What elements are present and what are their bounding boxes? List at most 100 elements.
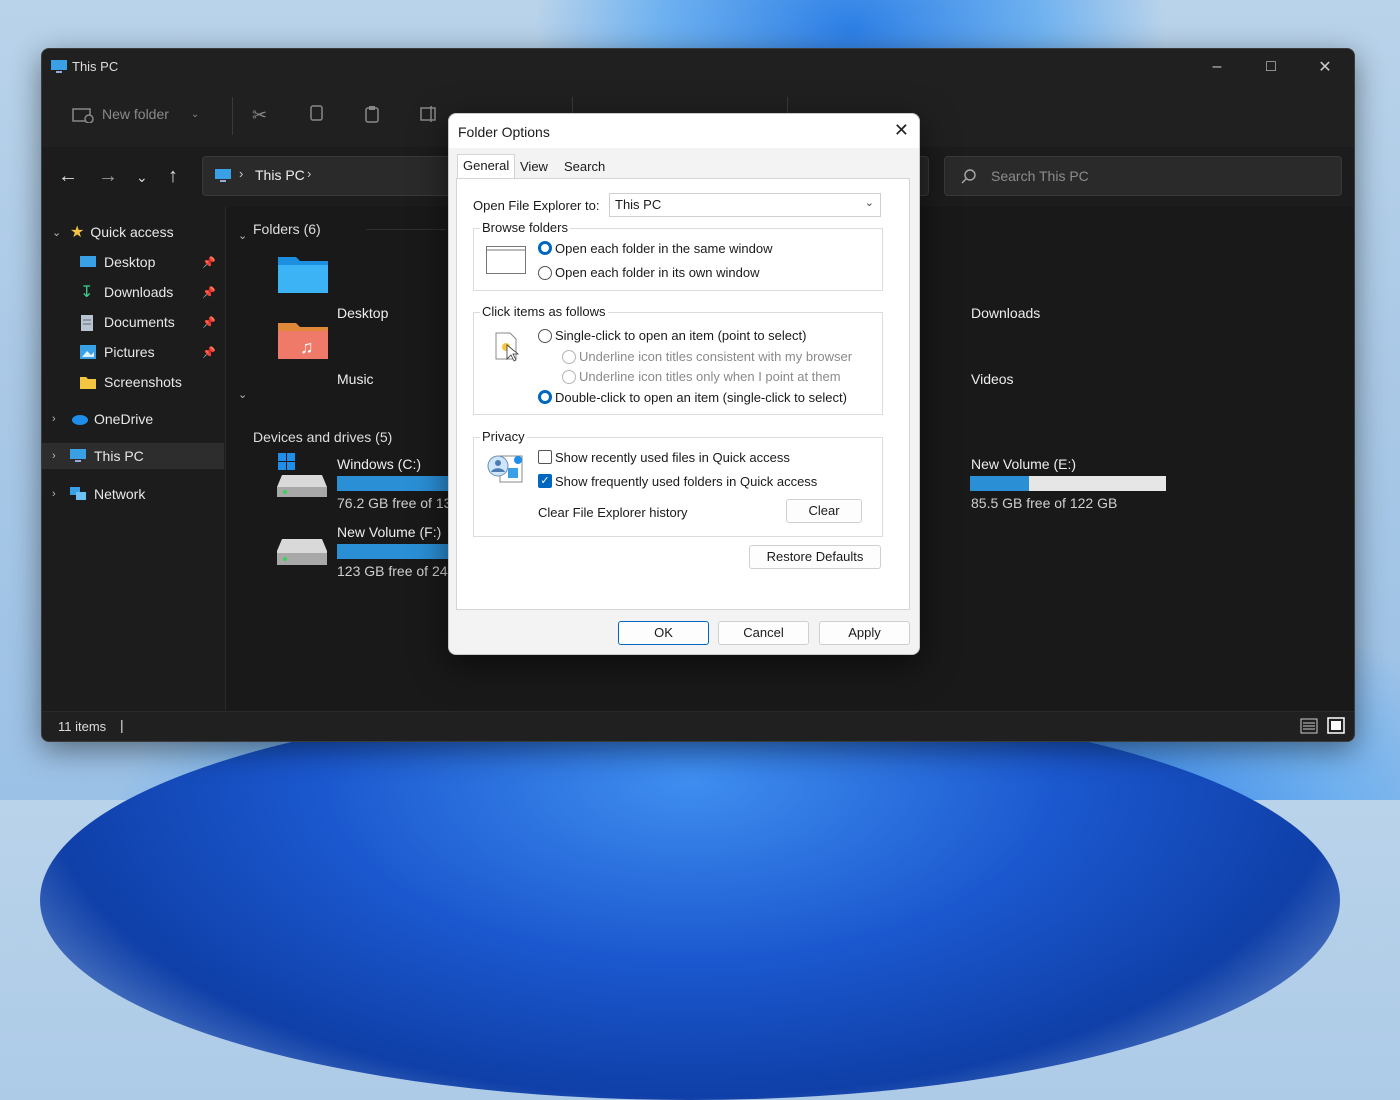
sidebar-item-label: Network	[94, 486, 146, 502]
maximize-button[interactable]: □	[1244, 49, 1298, 85]
double-click-label[interactable]: Double-click to open an item (single-cli…	[555, 390, 847, 405]
close-window-button[interactable]: ✕	[1298, 49, 1352, 85]
search-icon	[961, 169, 976, 184]
navigation-pane: ⌄ ★ Quick access Desktop 📌 ↧ Downloads 📌…	[42, 207, 226, 712]
sidebar-item-this-pc[interactable]: › This PC	[42, 443, 224, 469]
breadcrumb-this-pc[interactable]: This PC	[255, 167, 305, 183]
documents-icon	[80, 315, 96, 331]
open-to-dropdown[interactable]: This PC ⌄	[609, 193, 881, 217]
forward-button[interactable]: →	[98, 165, 118, 188]
recent-locations-button[interactable]: ⌄	[136, 169, 148, 186]
sidebar-item-screenshots[interactable]: Screenshots	[42, 369, 224, 395]
sidebar-item-label: Screenshots	[104, 374, 182, 390]
cut-button[interactable]: ✂	[252, 105, 267, 126]
same-window-label[interactable]: Open each folder in the same window	[555, 241, 773, 256]
details-view-icon[interactable]	[1300, 718, 1318, 734]
music-folder-icon: ♫	[278, 323, 328, 359]
sidebar-item-label: Downloads	[104, 284, 174, 300]
pin-icon: 📌	[202, 316, 216, 329]
cancel-button[interactable]: Cancel	[718, 621, 809, 645]
general-tab-panel: Open File Explorer to: This PC ⌄ Browse …	[456, 178, 910, 610]
paste-button[interactable]	[364, 105, 380, 123]
svg-text:♫: ♫	[300, 337, 314, 357]
same-window-radio[interactable]	[538, 241, 552, 255]
underline-browser-radio[interactable]	[562, 350, 576, 364]
drive-name: New Volume (E:)	[971, 456, 1077, 472]
underline-point-radio[interactable]	[562, 370, 576, 384]
double-click-radio[interactable]	[538, 390, 552, 404]
recent-files-label[interactable]: Show recently used files in Quick access	[555, 450, 790, 465]
folder-name: Desktop	[337, 305, 389, 321]
tab-view[interactable]: View	[515, 156, 553, 178]
status-bar: 11 items |	[42, 711, 1354, 741]
wallpaper-swirl	[40, 700, 1340, 1100]
sidebar-item-label: This PC	[94, 448, 144, 464]
restore-defaults-button[interactable]: Restore Defaults	[749, 545, 881, 569]
folders-group-header[interactable]: Folders (6)	[253, 221, 321, 237]
privacy-group: Privacy Show recently used files in Quic…	[473, 429, 883, 537]
back-button[interactable]: ←	[58, 165, 78, 188]
cut-icon: ✂	[252, 105, 268, 125]
breadcrumb-chevron-icon: ›	[307, 166, 312, 181]
rename-icon	[420, 106, 436, 122]
own-window-label[interactable]: Open each folder in its own window	[555, 265, 760, 280]
single-click-radio[interactable]	[538, 329, 552, 343]
apply-button[interactable]: Apply	[819, 621, 910, 645]
desktop-folder-icon	[278, 257, 328, 293]
chevron-right-icon: ›	[52, 450, 56, 462]
drive-free-space: 123 GB free of 244	[337, 563, 456, 579]
open-to-value: This PC	[615, 197, 662, 212]
star-icon: ★	[70, 224, 85, 241]
browse-folders-group: Browse folders Open each folder in the s…	[473, 220, 883, 291]
sidebar-item-desktop[interactable]: Desktop 📌	[42, 249, 224, 275]
minimize-button[interactable]: –	[1190, 49, 1244, 85]
frequent-folders-label[interactable]: Show frequently used folders in Quick ac…	[555, 474, 817, 489]
explorer-titlebar: This PC – □ ✕	[42, 49, 1354, 85]
sidebar-item-pictures[interactable]: Pictures 📌	[42, 339, 224, 365]
drive-free-space: 85.5 GB free of 122 GB	[971, 495, 1118, 511]
sidebar-item-quick-access[interactable]: ⌄ ★ Quick access	[42, 219, 224, 245]
recent-files-checkbox[interactable]	[538, 450, 552, 464]
new-folder-button[interactable]: New folder ⌄	[72, 105, 199, 123]
sidebar-item-label: OneDrive	[94, 411, 154, 427]
pin-icon: 📌	[202, 286, 216, 299]
copy-button[interactable]	[308, 105, 324, 123]
single-click-label[interactable]: Single-click to open an item (point to s…	[555, 328, 806, 343]
frequent-folders-checkbox[interactable]: ✓	[538, 474, 552, 488]
pointer-click-icon	[495, 332, 520, 362]
sidebar-item-documents[interactable]: Documents 📌	[42, 309, 224, 335]
click-items-group: Click items as follows Single-click to o…	[473, 304, 883, 415]
chevron-right-icon: ›	[52, 413, 56, 425]
computer-icon	[70, 449, 86, 463]
folder-name: Music	[337, 371, 374, 387]
sidebar-item-downloads[interactable]: ↧ Downloads 📌	[42, 279, 224, 305]
sidebar-item-label: Quick access	[90, 224, 174, 240]
network-icon	[70, 487, 86, 501]
large-icons-view-icon[interactable]	[1327, 717, 1345, 734]
dialog-titlebar: Folder Options ✕	[449, 114, 919, 148]
tab-search[interactable]: Search	[559, 156, 610, 178]
sidebar-item-onedrive[interactable]: › OneDrive	[42, 406, 224, 432]
drives-group-header[interactable]: Devices and drives (5)	[253, 429, 392, 445]
close-icon[interactable]: ✕	[894, 120, 909, 141]
sidebar-item-network[interactable]: › Network	[42, 481, 224, 507]
own-window-radio[interactable]	[538, 266, 552, 280]
breadcrumb-chevron-icon: ›	[239, 166, 244, 181]
underline-browser-label: Underline icon titles consistent with my…	[579, 349, 853, 364]
window-title: This PC	[72, 59, 119, 74]
drive-usage-fill	[337, 544, 466, 559]
search-box[interactable]: Search This PC	[944, 156, 1342, 196]
rename-button[interactable]	[420, 105, 438, 123]
clear-history-button[interactable]: Clear	[786, 499, 862, 523]
ok-button[interactable]: OK	[618, 621, 709, 645]
group-divider	[366, 229, 446, 230]
paste-icon	[365, 106, 379, 123]
window-preview-icon	[486, 246, 526, 274]
folder-name: Downloads	[971, 305, 1041, 321]
dialog-title: Folder Options	[458, 124, 550, 140]
item-count: 11 items	[58, 719, 107, 734]
search-placeholder: Search This PC	[991, 168, 1089, 184]
tab-general[interactable]: General	[457, 154, 516, 180]
up-button[interactable]: ↑	[168, 165, 178, 188]
new-folder-label: New folder	[102, 106, 169, 122]
